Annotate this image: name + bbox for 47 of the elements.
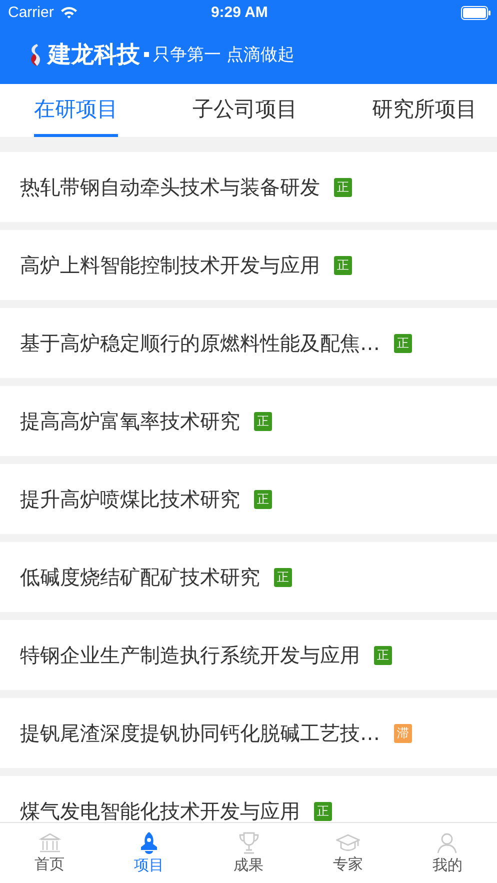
slogan: 只争第一 点滴做起 bbox=[153, 44, 294, 66]
project-title: 提升高炉喷煤比技术研究 bbox=[20, 486, 240, 512]
project-title: 低碱度烧结矿配矿技术研究 bbox=[20, 564, 260, 590]
status-tag: 正 bbox=[374, 646, 392, 664]
status-tag: 正 bbox=[274, 568, 292, 586]
project-title: 特钢企业生产制造执行系统开发与应用 bbox=[20, 642, 360, 668]
project-row[interactable]: 提升高炉喷煤比技术研究 正 bbox=[0, 464, 497, 534]
project-row[interactable]: 特钢企业生产制造执行系统开发与应用 正 bbox=[0, 620, 497, 690]
carrier-label: Carrier bbox=[8, 4, 54, 21]
project-row[interactable]: 热轧带钢自动牵头技术与装备研发 正 bbox=[0, 152, 497, 222]
project-title: 高炉上料智能控制技术开发与应用 bbox=[20, 252, 320, 278]
category-tab[interactable]: 在研项目 bbox=[34, 84, 118, 137]
category-tab[interactable]: 研究所项目 bbox=[372, 84, 477, 137]
wifi-icon bbox=[60, 6, 78, 19]
rocket-icon bbox=[139, 832, 160, 854]
tab-bar-item[interactable]: 专家 bbox=[298, 823, 398, 883]
project-row[interactable]: 基于高炉稳定顺行的原燃料性能及配焦… 正 bbox=[0, 308, 497, 378]
status-tag: 正 bbox=[334, 256, 352, 274]
project-title: 煤气发电智能化技术开发与应用 bbox=[20, 798, 300, 822]
category-tab[interactable]: 子公司项目 bbox=[192, 84, 298, 137]
project-row[interactable]: 提高高炉富氧率技术研究 正 bbox=[0, 386, 497, 456]
project-title: 提高高炉富氧率技术研究 bbox=[20, 408, 240, 434]
status-tag: 正 bbox=[254, 490, 272, 508]
tab-bar-item[interactable]: 项目 bbox=[99, 823, 199, 883]
project-title: 基于高炉稳定顺行的原燃料性能及配焦… bbox=[20, 330, 380, 356]
tab-bar-item[interactable]: 成果 bbox=[198, 823, 298, 883]
brand-name: 建龙科技 bbox=[48, 41, 140, 70]
status-tag: 正 bbox=[334, 178, 352, 196]
trophy-icon bbox=[238, 832, 259, 854]
project-row[interactable]: 提钒尾渣深度提钒协同钙化脱碱工艺技… 滞 bbox=[0, 698, 497, 768]
bank-icon bbox=[38, 832, 61, 852]
status-time: 9:29 AM bbox=[210, 4, 269, 21]
battery-icon bbox=[461, 6, 491, 20]
status-tag: 滞 bbox=[394, 724, 412, 742]
tab-bar-item[interactable]: 我的 bbox=[398, 823, 497, 883]
tab-bar-item[interactable]: 首页 bbox=[0, 823, 100, 883]
status-tag: 正 bbox=[394, 334, 412, 352]
status-tag: 正 bbox=[254, 412, 272, 430]
status-tag: 正 bbox=[314, 802, 332, 820]
project-row[interactable]: 高炉上料智能控制技术开发与应用 正 bbox=[0, 230, 497, 300]
project-row[interactable]: 低碱度烧结矿配矿技术研究 正 bbox=[0, 542, 497, 612]
project-title: 提钒尾渣深度提钒协同钙化脱碱工艺技… bbox=[20, 720, 380, 746]
graduation-cap-icon bbox=[336, 832, 360, 852]
user-icon bbox=[437, 832, 458, 854]
project-row[interactable]: 煤气发电智能化技术开发与应用 正 bbox=[0, 776, 497, 822]
logo-icon bbox=[28, 42, 42, 66]
project-title: 热轧带钢自动牵头技术与装备研发 bbox=[20, 174, 320, 200]
